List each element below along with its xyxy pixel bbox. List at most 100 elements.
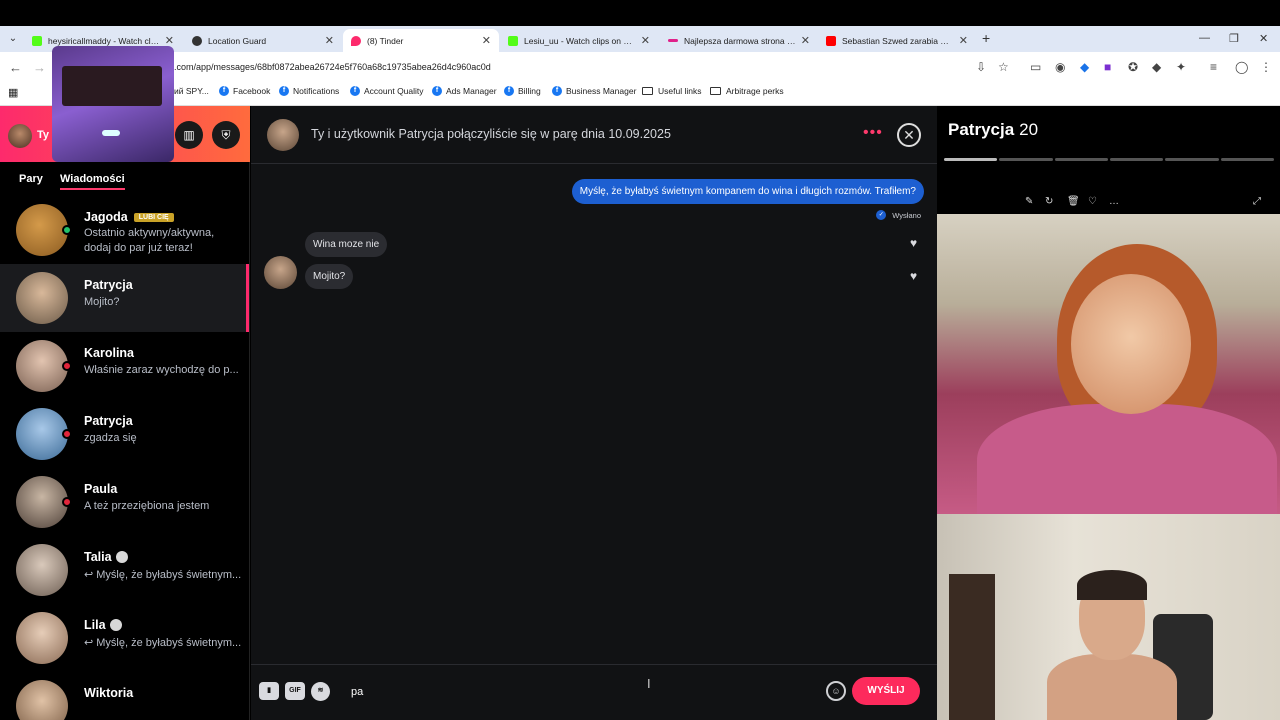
photo-progress-segment[interactable] bbox=[1054, 158, 1108, 161]
edit-icon[interactable]: ✎ bbox=[1025, 196, 1033, 207]
conversation-item[interactable]: Karolina Właśnie zaraz wychodzę do p... bbox=[0, 332, 249, 400]
extension-icon[interactable]: ◆ bbox=[1152, 60, 1161, 74]
conversation-item[interactable]: Paula A też przeziębiona jestem bbox=[0, 468, 249, 536]
bookmark-label: Account Quality bbox=[364, 86, 424, 96]
shield-icon[interactable]: ⛨ bbox=[212, 121, 240, 149]
close-window-icon[interactable]: ✕ bbox=[1259, 32, 1268, 45]
bookmark-facebook[interactable]: f Facebook bbox=[219, 86, 270, 96]
pip-control-button[interactable] bbox=[102, 130, 120, 136]
photo-progress-segment[interactable] bbox=[999, 158, 1053, 161]
back-arrow-icon[interactable]: ← bbox=[9, 60, 22, 75]
tab-location-guard[interactable]: Location Guard ✕ bbox=[184, 29, 342, 52]
match-info-text: Ty i użytkownik Patrycja połączyliście s… bbox=[311, 127, 671, 141]
name-text: Jagoda bbox=[84, 210, 128, 224]
forward-arrow-icon[interactable]: → bbox=[33, 60, 46, 75]
close-tab-icon[interactable]: ✕ bbox=[641, 34, 650, 47]
name-text: Karolina bbox=[84, 346, 135, 360]
tab-matches[interactable]: Pary bbox=[19, 173, 43, 185]
kick-icon bbox=[32, 35, 42, 46]
avatar[interactable] bbox=[267, 119, 299, 151]
conversation-item[interactable]: Jagoda LUBI CIĘ Ostatnio aktywny/aktywna,… bbox=[0, 196, 249, 264]
contact-card-icon[interactable]: ▮ bbox=[259, 682, 279, 700]
tab-najlepsza[interactable]: Najlepsza darmowa strona i apl ✕ bbox=[660, 29, 818, 52]
bookmark-business-manager[interactable]: f Business Manager bbox=[552, 86, 636, 96]
photo-progress-segment[interactable] bbox=[1165, 158, 1219, 161]
photo-body-shape bbox=[977, 404, 1277, 514]
install-app-icon[interactable]: ⇩ bbox=[976, 60, 986, 74]
media-queue-icon[interactable]: ≡ bbox=[1210, 60, 1217, 74]
name-text: Patrycja bbox=[84, 414, 133, 428]
close-tab-icon[interactable]: ✕ bbox=[801, 34, 810, 47]
unread-dot bbox=[62, 497, 72, 507]
close-tab-icon[interactable]: ✕ bbox=[325, 34, 334, 47]
heart-icon[interactable]: ♥ bbox=[910, 269, 917, 283]
tab-tinder[interactable]: (8) Tinder ✕ bbox=[343, 29, 499, 52]
facebook-icon: f bbox=[504, 86, 514, 96]
puzzle-icon[interactable]: ✦ bbox=[1176, 60, 1186, 74]
user-name[interactable]: Ty bbox=[37, 129, 49, 141]
url-field[interactable]: .com/app/messages/68bf0872abea26724e5f76… bbox=[174, 62, 491, 72]
conversation-item-selected[interactable]: Patrycja Mojito? bbox=[0, 264, 249, 332]
bookmark-star-icon[interactable]: ☆ bbox=[998, 60, 1009, 74]
conversation-item[interactable]: Wiktoria bbox=[0, 672, 249, 720]
bookmark-ads-manager[interactable]: f Ads Manager bbox=[432, 86, 497, 96]
conversation-item[interactable]: Talia ↩ Myślę, że byłabyś świetnym... bbox=[0, 536, 249, 604]
tab-messages[interactable]: Wiadomości bbox=[60, 173, 125, 190]
minimize-icon[interactable]: — bbox=[1199, 32, 1210, 44]
avatar bbox=[16, 272, 68, 324]
rotate-icon[interactable]: ↻ bbox=[1045, 196, 1053, 207]
conversation-item[interactable]: Patrycja zgadza się bbox=[0, 400, 249, 468]
close-tab-icon[interactable]: ✕ bbox=[482, 34, 491, 47]
bookmark-spy[interactable]: ий SPY... bbox=[174, 86, 209, 96]
tab-kick-lesiu[interactable]: Lesiu_uu - Watch clips on Kick ✕ bbox=[500, 29, 658, 52]
emoji-icon[interactable]: ☺ bbox=[826, 681, 846, 701]
chat-header: Ty i użytkownik Patrycja połączyliście s… bbox=[251, 106, 937, 164]
photo-progress-segment[interactable] bbox=[1109, 158, 1164, 161]
send-button[interactable]: WYŚLIJ bbox=[852, 677, 920, 705]
restore-icon[interactable]: ❐ bbox=[1229, 32, 1239, 45]
close-tab-icon[interactable]: ✕ bbox=[959, 34, 968, 47]
photo-progress-segment[interactable] bbox=[944, 158, 998, 161]
close-icon[interactable]: ✕ bbox=[897, 123, 921, 147]
bookmark-arbitrage-perks[interactable]: Arbitrage perks bbox=[710, 86, 784, 96]
menu-dots-icon[interactable]: ⋮ bbox=[1260, 60, 1272, 74]
more-options-icon[interactable]: ••• bbox=[863, 124, 883, 142]
extension-icon[interactable]: ■ bbox=[1104, 60, 1111, 74]
more-icon[interactable]: … bbox=[1109, 196, 1119, 207]
message-input[interactable]: pa bbox=[351, 686, 363, 698]
bookmark-billing[interactable]: f Billing bbox=[504, 86, 541, 96]
extension-icon[interactable]: ◆ bbox=[1080, 60, 1089, 74]
heart-outline-icon[interactable]: ♡ bbox=[1088, 196, 1097, 207]
spotify-icon[interactable]: ≋ bbox=[311, 682, 330, 701]
trash-icon[interactable]: 🗑 bbox=[1067, 196, 1080, 207]
tab-search-chevron-icon[interactable]: ⌄ bbox=[6, 33, 20, 47]
bookmark-label: Facebook bbox=[233, 86, 271, 96]
folder-icon bbox=[710, 87, 721, 95]
picture-in-picture-overlay[interactable] bbox=[52, 46, 174, 162]
apps-grid-icon[interactable]: ▦ bbox=[8, 86, 18, 99]
bookmark-notifications[interactable]: f Notifications bbox=[279, 86, 339, 96]
conversation-preview: ↩ Myślę, że byłabyś świetnym... bbox=[84, 637, 242, 649]
unread-dot bbox=[62, 429, 72, 439]
extension-icon[interactable]: ◉ bbox=[1055, 60, 1065, 74]
youtube-icon bbox=[826, 35, 836, 46]
heart-icon[interactable]: ♥ bbox=[910, 236, 917, 250]
photo-progress-segment[interactable] bbox=[1220, 158, 1274, 161]
expand-icon[interactable]: ⤢ bbox=[1253, 196, 1261, 207]
avatar bbox=[16, 544, 68, 596]
new-tab-plus-icon[interactable]: + bbox=[982, 30, 990, 46]
conversation-preview: A też przeziębiona jestem bbox=[84, 500, 210, 512]
bookmark-useful-links[interactable]: Useful links bbox=[642, 86, 701, 96]
gif-button[interactable]: GIF bbox=[285, 682, 305, 700]
avatar[interactable] bbox=[8, 124, 32, 148]
conversation-item[interactable]: Lila ↩ Myślę, że byłabyś świetnym... bbox=[0, 604, 249, 672]
tab-youtube[interactable]: Sebastian Szwed zarabia milion ✕ bbox=[818, 29, 976, 52]
extension-icon[interactable]: ✪ bbox=[1128, 60, 1138, 74]
profile-photo[interactable] bbox=[937, 214, 1280, 514]
conversation-name: Paula bbox=[84, 482, 117, 496]
folder-icon bbox=[642, 87, 653, 95]
bookmark-account-quality[interactable]: f Account Quality bbox=[350, 86, 424, 96]
briefcase-icon[interactable]: ▥ bbox=[175, 121, 203, 149]
camera-icon[interactable]: ▭ bbox=[1030, 60, 1041, 74]
profile-icon[interactable]: ◯ bbox=[1235, 60, 1248, 74]
